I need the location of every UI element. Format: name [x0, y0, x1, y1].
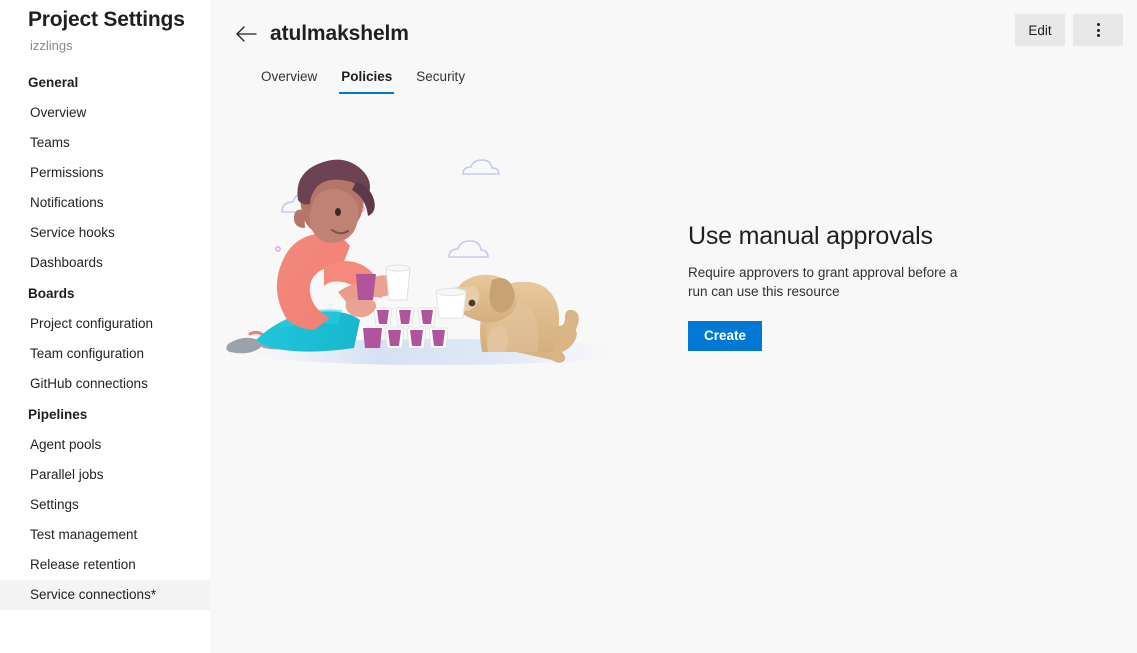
sidebar-nav: General Overview Teams Permissions Notif… — [0, 67, 210, 610]
more-vertical-icon — [1096, 23, 1100, 37]
sidebar-item-settings[interactable]: Settings — [0, 490, 210, 520]
empty-state-title: Use manual approvals — [688, 221, 933, 250]
sidebar-item-overview[interactable]: Overview — [0, 98, 210, 128]
more-actions-button[interactable] — [1073, 14, 1123, 46]
sidebar-title: Project Settings — [28, 8, 185, 31]
sidebar-item-notifications[interactable]: Notifications — [0, 188, 210, 218]
sidebar-subtitle-project-name: izzlings — [30, 38, 73, 53]
sidebar-item-service-connections[interactable]: Service connections* — [0, 580, 210, 610]
project-settings-sidebar: Project Settings izzlings General Overvi… — [0, 0, 210, 653]
create-button[interactable]: Create — [688, 320, 763, 351]
nav-group-header-pipelines: Pipelines — [28, 407, 88, 422]
nav-group-pipelines: Pipelines Agent pools Parallel jobs Sett… — [0, 399, 210, 610]
sidebar-item-dashboards[interactable]: Dashboards — [0, 248, 210, 278]
content-header: atulmakshelm Edit Overview Policies Secu… — [210, 0, 1137, 94]
resource-tabs: Overview Policies Security — [210, 66, 1137, 94]
nav-group-header-general: General — [28, 75, 79, 90]
title-row: atulmakshelm — [210, 18, 1137, 50]
edit-button[interactable]: Edit — [1015, 14, 1065, 46]
tab-overview[interactable]: Overview — [259, 66, 319, 94]
sidebar-item-team-configuration[interactable]: Team configuration — [0, 339, 210, 369]
nav-group-boards: Boards Project configuration Team config… — [0, 278, 210, 399]
sidebar-item-project-configuration[interactable]: Project configuration — [0, 309, 210, 339]
sidebar-item-parallel-jobs[interactable]: Parallel jobs — [0, 460, 210, 490]
header-actions: Edit — [1015, 14, 1123, 46]
sidebar-item-service-hooks[interactable]: Service hooks — [0, 218, 210, 248]
arrow-left-icon[interactable] — [230, 18, 262, 50]
nav-group-general: General Overview Teams Permissions Notif… — [0, 67, 210, 278]
empty-state-description: Require approvers to grant approval befo… — [688, 264, 958, 299]
tab-policies[interactable]: Policies — [339, 66, 395, 94]
main-content: atulmakshelm Edit Overview Policies Secu… — [210, 0, 1137, 653]
tab-security[interactable]: Security — [414, 66, 467, 94]
sidebar-item-github-connections[interactable]: GitHub connections — [0, 369, 210, 399]
page-title: atulmakshelm — [270, 22, 409, 45]
empty-state: Use manual approvals Require approvers t… — [210, 156, 1137, 416]
sidebar-item-test-management[interactable]: Test management — [0, 520, 210, 550]
nav-group-header-boards: Boards — [28, 286, 75, 301]
sidebar-item-teams[interactable]: Teams — [0, 128, 210, 158]
sidebar-item-release-retention[interactable]: Release retention — [0, 550, 210, 580]
person-stacking-cups-with-dog-illustration — [220, 156, 650, 416]
sidebar-item-permissions[interactable]: Permissions — [0, 158, 210, 188]
sidebar-item-agent-pools[interactable]: Agent pools — [0, 430, 210, 460]
empty-state-text: Use manual approvals Require approvers t… — [688, 222, 958, 351]
app-root: Project Settings izzlings General Overvi… — [0, 0, 1137, 653]
